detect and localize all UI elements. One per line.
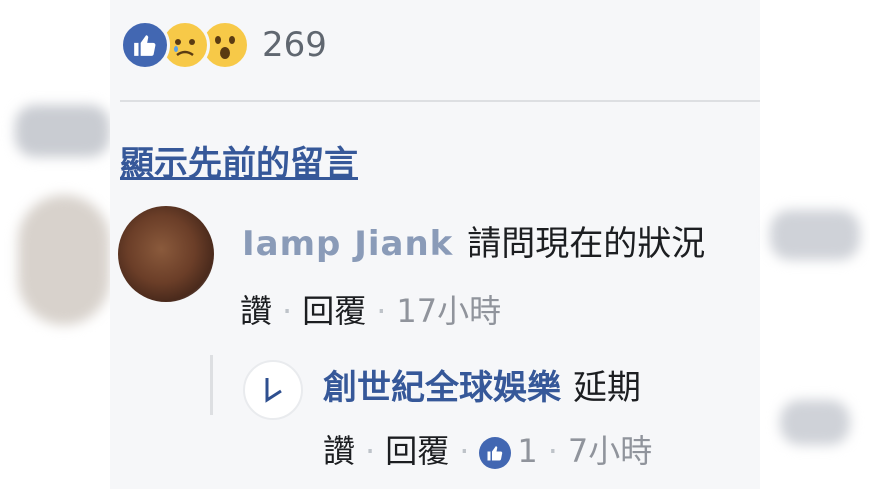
separator-dot: · (459, 432, 470, 470)
reply-text: 延期 (573, 368, 641, 408)
like-button[interactable]: 讚 (323, 432, 355, 470)
separator-dot: · (376, 292, 387, 330)
blurred-background-element (15, 105, 110, 157)
separator-dot: · (365, 432, 376, 470)
reactions-summary[interactable]: 269 (120, 20, 327, 70)
separator-dot: · (547, 432, 558, 470)
reply-author-link[interactable]: 創世紀全球娛樂 (323, 368, 561, 408)
view-previous-comments-link[interactable]: 顯示先前的留言 (120, 136, 358, 185)
like-button[interactable]: 讚 (240, 292, 272, 330)
reply-button[interactable]: 回覆 (302, 292, 366, 330)
like-count[interactable]: 1 (517, 432, 537, 470)
reaction-count[interactable]: 269 (262, 25, 327, 65)
reply-body: 創世紀全球娛樂 延期 (323, 360, 641, 409)
comment-body: Iamp Jiank 請問現在的狀況 (242, 216, 705, 265)
comments-panel: 269 顯示先前的留言 Iamp Jiank 請問現在的狀況 讚 · 回覆 · 17小時 … (110, 0, 760, 489)
avatar[interactable] (118, 206, 214, 302)
comment-author-link[interactable]: Iamp Jiank (242, 224, 453, 264)
blurred-background-avatar (18, 195, 110, 325)
like-count-icon (479, 437, 512, 469)
comment-actions: 讚 · 回覆 · 17小時 (240, 286, 501, 332)
comment-text: 請問現在的狀況 (467, 224, 706, 264)
page-avatar[interactable] (243, 360, 303, 420)
separator-dot: · (282, 292, 293, 330)
reply-button[interactable]: 回覆 (385, 432, 449, 470)
blurred-background-element (770, 210, 860, 260)
divider (120, 100, 760, 102)
comment-timestamp[interactable]: 17小時 (396, 292, 501, 330)
reply-timestamp[interactable]: 7小時 (568, 432, 652, 470)
reply-thread-line (210, 355, 213, 415)
reply-actions: 讚 · 回覆 · 1 · 7小時 (323, 426, 652, 472)
blurred-background-element (780, 400, 850, 445)
page-logo-icon (265, 378, 282, 403)
like-reaction-icon (120, 20, 170, 70)
